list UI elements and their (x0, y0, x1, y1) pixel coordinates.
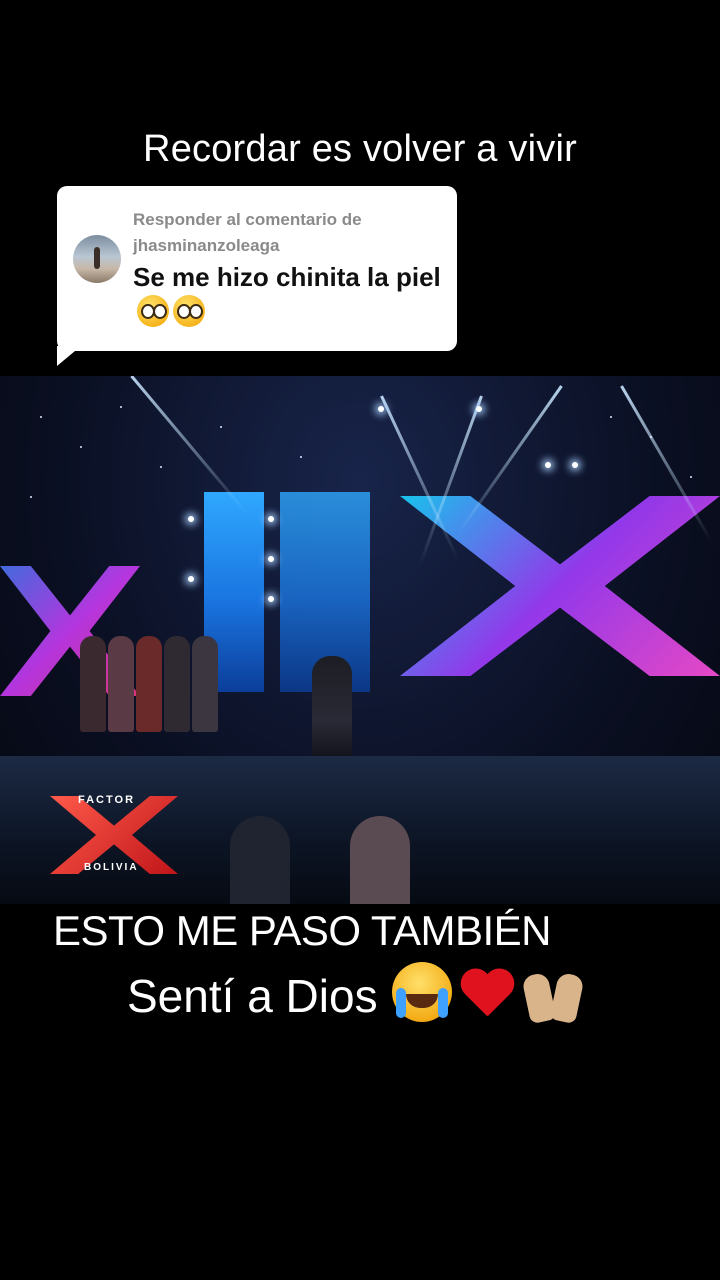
red-heart-icon (458, 970, 516, 1022)
reply-comment-text: Se me hizo chinita la piel (133, 260, 443, 330)
raising-hands-icon (520, 964, 585, 1025)
video-caption-top: Recordar es volver a vivir (143, 128, 577, 170)
reply-label: Responder al comentario de (133, 210, 362, 229)
audience-member (108, 636, 134, 732)
stage-light (378, 406, 384, 412)
x-factor-stage-logo (400, 496, 720, 676)
pleading-face-icon (173, 295, 205, 327)
overlay-text-line2: Sentí a Dios (127, 962, 585, 1025)
stage-light (188, 576, 194, 582)
judge-silhouette (350, 816, 410, 904)
overlay-text-line1: ESTO ME PASO TAMBIÉN (53, 907, 552, 954)
light-beam (380, 395, 459, 560)
light-beam (130, 376, 249, 515)
stage-light (268, 516, 274, 522)
stage-light (268, 596, 274, 602)
logo-bottom-text: BOLIVIA (84, 862, 139, 873)
stage-light (572, 462, 578, 468)
stage-light (545, 462, 551, 468)
light-beam (457, 385, 563, 535)
overlay-text-line2-body: Sentí a Dios (127, 970, 378, 1022)
audience-member (136, 636, 162, 732)
video-frame[interactable]: FACTOR BOLIVIA (0, 376, 720, 904)
stage-light (188, 516, 194, 522)
logo-top-text: FACTOR (78, 794, 136, 806)
pleading-face-icon (137, 295, 169, 327)
judge-silhouette (230, 816, 290, 904)
commenter-avatar[interactable] (73, 235, 121, 283)
stage-light (476, 406, 482, 412)
reply-header: Responder al comentario de jhasminanzole… (133, 207, 443, 259)
stage-light (268, 556, 274, 562)
audience-member (80, 636, 106, 732)
audience-member (192, 636, 218, 732)
singer-figure (312, 656, 352, 766)
reply-comment-body: Se me hizo chinita la piel (133, 262, 441, 292)
loudly-crying-face-icon (391, 962, 452, 1022)
audience-member (164, 636, 190, 732)
reply-username[interactable]: jhasminanzoleaga (133, 233, 443, 259)
reply-comment-bubble[interactable]: Responder al comentario de jhasminanzole… (57, 186, 457, 351)
